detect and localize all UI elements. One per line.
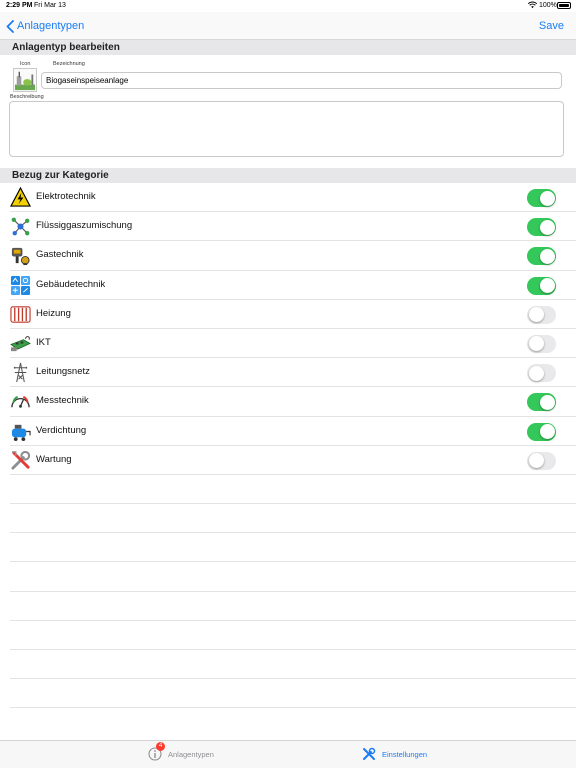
toggle-verdichtung[interactable] [527, 422, 556, 441]
back-button[interactable]: Anlagentypen [6, 18, 84, 34]
toggle-leitungsnetz[interactable] [527, 364, 556, 383]
category-item-gebaeudetechnik: Gebäudetechnik [10, 271, 576, 300]
category-label: Messtechnik [36, 395, 89, 407]
description-label: Beschreibung [10, 94, 44, 100]
gas-equipment-icon [11, 248, 30, 266]
category-item-verdichtung: Verdichtung [10, 417, 576, 446]
description-field[interactable] [9, 101, 564, 157]
category-item-elektrotechnik: Elektrotechnik [10, 183, 576, 213]
save-button[interactable]: Save [539, 20, 564, 32]
tab-einstellungen[interactable]: Einstellungen [362, 747, 427, 761]
empty-row [10, 592, 576, 621]
compressor-icon [11, 424, 31, 441]
icon-label: Icon [20, 61, 31, 67]
empty-row [10, 621, 576, 650]
wifi-icon [528, 1, 537, 9]
category-item-ikt: IKT [10, 329, 576, 359]
toggle-ikt[interactable] [527, 334, 556, 353]
status-time: 2:29 PM [6, 2, 33, 9]
toggle-elektrotechnik[interactable] [527, 189, 556, 207]
category-label: Wartung [36, 453, 72, 465]
toggle-fluessiggaszumischung[interactable] [527, 218, 556, 237]
network-board-icon [10, 336, 31, 352]
category-label: IKT [36, 336, 51, 348]
navigation-bar: Anlagentypen Save [0, 12, 576, 40]
tab-bar: 4 Anlagentypen Einstellungen [0, 740, 576, 768]
gauge-icon [11, 396, 30, 409]
status-date: Fri Mar 13 [34, 2, 66, 9]
category-label: Verdichtung [36, 424, 87, 436]
empty-row [10, 650, 576, 680]
category-item-wartung: Wartung [10, 446, 576, 475]
molecule-icon [11, 217, 30, 236]
category-label: Heizung [36, 307, 71, 319]
back-button-label: Anlagentypen [17, 20, 85, 32]
toggle-heizung[interactable] [527, 305, 556, 324]
battery-icon [557, 2, 571, 9]
name-label: Bezeichnung [53, 61, 85, 67]
radiator-icon [10, 306, 31, 323]
category-label: Gastechnik [36, 249, 84, 261]
section-header-edit: Anlagentyp bearbeiten [0, 40, 576, 55]
category-label: Elektrotechnik [36, 191, 96, 202]
section-header-category: Bezug zur Kategorie [0, 168, 576, 183]
notification-badge: 4 [156, 742, 165, 751]
category-item-leitungsnetz: Leitungsnetz [10, 358, 576, 388]
building-services-icon [10, 275, 31, 295]
category-label: Gebäudetechnik [36, 278, 106, 290]
toggle-gastechnik[interactable] [527, 247, 556, 266]
category-label: Leitungsnetz [36, 366, 90, 378]
tab-anlagentypen[interactable]: 4 Anlagentypen [148, 742, 214, 761]
tools-icon [363, 747, 376, 760]
toggle-gebaeudetechnik[interactable] [527, 276, 556, 295]
empty-row [10, 679, 576, 709]
battery-percent: 100% [539, 2, 557, 9]
status-bar: 2:29 PM Fri Mar 13 100% [0, 0, 576, 12]
biogas-plant-icon[interactable] [13, 68, 37, 92]
toggle-messtechnik[interactable] [527, 393, 556, 412]
empty-row [10, 475, 576, 505]
category-item-messtechnik: Messtechnik [10, 387, 576, 417]
empty-row [10, 533, 576, 563]
toggle-wartung[interactable] [527, 451, 556, 470]
category-item-gastechnik: Gastechnik [10, 241, 576, 271]
empty-row [10, 504, 576, 534]
tools-icon [11, 450, 31, 470]
name-field[interactable] [41, 72, 562, 89]
empty-row [10, 562, 576, 592]
category-list: Elektrotechnik Flüssiggaszumischung Gast… [0, 183, 576, 709]
electrical-warning-icon [10, 187, 31, 207]
power-pylon-icon [13, 362, 28, 383]
category-label: Flüssiggaszumischung [36, 220, 133, 232]
category-item-heizung: Heizung [10, 300, 576, 329]
tab-label: Einstellungen [382, 749, 428, 759]
chevron-left-icon [6, 19, 14, 33]
tab-label: Anlagentypen [168, 749, 214, 759]
category-item-fluessiggaszumischung: Flüssiggaszumischung [10, 212, 576, 242]
